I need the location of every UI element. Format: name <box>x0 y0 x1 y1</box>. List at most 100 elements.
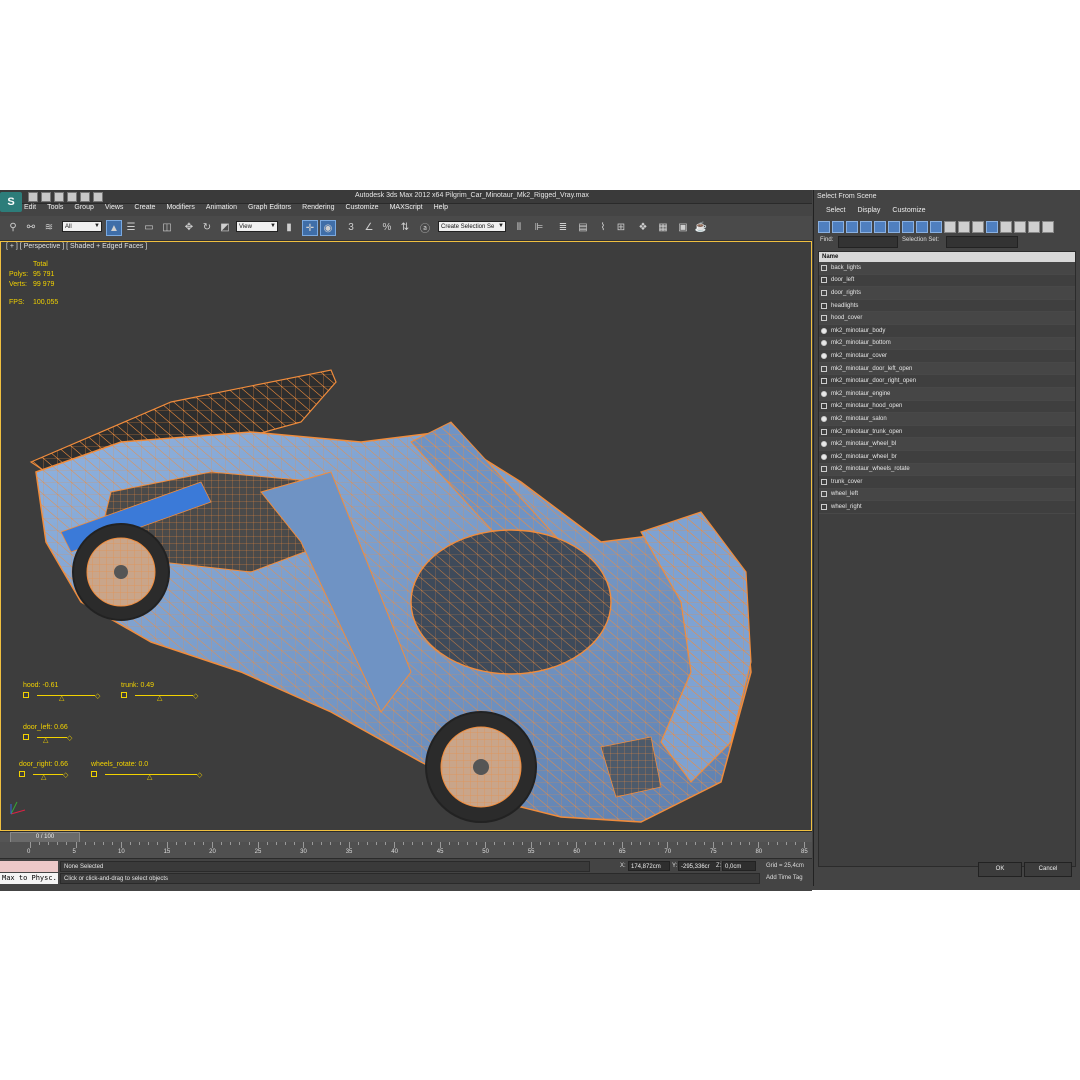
select-and-link-icon[interactable]: ⚲ <box>6 220 20 234</box>
list-item[interactable]: back_lights <box>819 262 1075 275</box>
display-bones-icon[interactable] <box>930 221 942 233</box>
car-wireframe-model[interactable] <box>1 242 812 831</box>
menu-maxscript[interactable]: MAXScript <box>390 204 423 215</box>
list-item[interactable]: door_rights <box>819 287 1075 300</box>
dialog-menu-display[interactable]: Display <box>857 207 880 214</box>
undo-icon[interactable] <box>67 192 77 202</box>
named-selection-set-dropdown[interactable]: Create Selection Se ▼ <box>438 221 506 232</box>
menu-edit[interactable]: Edit <box>24 204 36 215</box>
percent-snap-icon[interactable]: % <box>380 220 394 234</box>
display-geometry-icon[interactable] <box>818 221 830 233</box>
schematic-view-icon[interactable]: ⊞ <box>614 220 628 234</box>
bind-space-warp-icon[interactable]: ≋ <box>42 220 56 234</box>
display-xrefs-icon[interactable] <box>916 221 928 233</box>
edit-named-selection-icon[interactable]: ⓐ <box>418 220 432 235</box>
menu-help[interactable]: Help <box>434 204 448 215</box>
list-item[interactable]: mk2_minotaur_door_right_open <box>819 375 1075 388</box>
slider-handle-icon[interactable] <box>23 734 29 740</box>
select-by-name-icon[interactable]: ☰ <box>124 220 138 234</box>
selection-set-dropdown[interactable] <box>946 236 1018 248</box>
angle-snap-icon[interactable]: ∠ <box>362 220 376 234</box>
rendered-frame-window-icon[interactable]: ▣ <box>676 220 690 234</box>
list-item[interactable]: mk2_minotaur_door_left_open <box>819 362 1075 376</box>
list-item[interactable]: trunk_cover <box>819 476 1075 489</box>
display-all-icon[interactable] <box>944 221 956 233</box>
cancel-button[interactable]: Cancel <box>1024 862 1072 877</box>
rectangular-selection-icon[interactable]: ▭ <box>142 220 156 234</box>
hood-slider[interactable]: hood: -0.61 △ ◇ <box>23 682 101 702</box>
ok-button[interactable]: OK <box>978 862 1022 877</box>
render-production-icon[interactable]: ☕ <box>694 220 708 234</box>
menu-modifiers[interactable]: Modifiers <box>166 204 194 215</box>
snaps-toggle-icon[interactable]: 3 <box>344 220 358 234</box>
window-crossing-icon[interactable]: ◫ <box>160 220 174 234</box>
list-item[interactable]: mk2_minotaur_bottom <box>819 337 1075 351</box>
trunk-slider[interactable]: trunk: 0.49 △ ◇ <box>121 682 199 702</box>
z-coord-field[interactable]: 0,0cm <box>722 861 756 871</box>
door-left-slider[interactable]: door_left: 0.66 △ ◇ <box>23 724 73 744</box>
slider-pointer-icon[interactable]: △ <box>147 773 152 781</box>
menu-tools[interactable]: Tools <box>47 204 63 215</box>
select-object-icon[interactable]: ▲ <box>106 220 122 236</box>
y-coord-field[interactable]: -295,336cr <box>678 861 720 871</box>
dialog-menu-select[interactable]: Select <box>826 207 845 214</box>
door-right-slider[interactable]: door_right: 0.66 △ ◇ <box>19 761 69 781</box>
wheels-rotate-slider[interactable]: wheels_rotate: 0.0 △ ◇ <box>91 761 203 781</box>
render-setup-icon[interactable]: ▦ <box>656 220 670 234</box>
menu-animation[interactable]: Animation <box>206 204 237 215</box>
slider-handle-icon[interactable] <box>19 771 25 777</box>
track-bar[interactable]: 0 5 10 15 20 25 30 35 40 45 50 55 60 65 70 75 80 85 <box>0 842 812 858</box>
display-children-icon[interactable] <box>1028 221 1040 233</box>
maxscript-listener-field[interactable] <box>0 861 58 872</box>
display-shapes-icon[interactable] <box>832 221 844 233</box>
mirror-icon[interactable]: ⫴ <box>512 220 526 234</box>
select-and-rotate-icon[interactable]: ↻ <box>200 220 214 234</box>
select-and-manipulate-icon[interactable]: ✛ <box>302 220 318 236</box>
column-header-name[interactable]: Name <box>819 252 1075 262</box>
select-all-icon[interactable] <box>986 221 998 233</box>
selection-filter-dropdown[interactable]: All ▼ <box>62 221 102 232</box>
slider-handle-icon[interactable] <box>91 771 97 777</box>
slider-pointer-icon[interactable]: △ <box>157 694 162 702</box>
curve-editor-icon[interactable]: ⌇ <box>596 220 610 234</box>
menu-create[interactable]: Create <box>134 204 155 215</box>
perspective-viewport[interactable]: [ + ] [ Perspective ] [ Shaded + Edged F… <box>0 241 812 831</box>
menu-graph-editors[interactable]: Graph Editors <box>248 204 291 215</box>
new-file-icon[interactable] <box>28 192 38 202</box>
display-lights-icon[interactable] <box>846 221 858 233</box>
list-item[interactable]: hood_cover <box>819 312 1075 325</box>
graphite-ribbon-icon[interactable]: ▤ <box>576 220 590 234</box>
select-and-move-icon[interactable]: ✥ <box>182 220 196 234</box>
keyboard-shortcut-override-icon[interactable]: ◉ <box>320 220 336 236</box>
list-item[interactable]: headlights <box>819 300 1075 313</box>
list-item[interactable]: mk2_minotaur_salon <box>819 413 1075 426</box>
layer-manager-icon[interactable]: ≣ <box>556 220 570 234</box>
select-and-scale-icon[interactable]: ◩ <box>218 220 232 234</box>
save-file-icon[interactable] <box>54 192 64 202</box>
slider-pointer-icon[interactable]: △ <box>59 694 64 702</box>
list-item[interactable]: mk2_minotaur_engine <box>819 387 1075 401</box>
menu-customize[interactable]: Customize <box>345 204 378 215</box>
add-time-tag[interactable]: Add Time Tag <box>766 873 803 884</box>
list-item[interactable]: wheel_right <box>819 501 1075 514</box>
dialog-menu-customize[interactable]: Customize <box>892 207 925 214</box>
select-invert-icon[interactable] <box>1014 221 1026 233</box>
list-item[interactable]: mk2_minotaur_body <box>819 325 1075 338</box>
display-cameras-icon[interactable] <box>860 221 872 233</box>
display-helpers-icon[interactable] <box>874 221 886 233</box>
material-editor-icon[interactable]: ❖ <box>636 220 650 234</box>
filter-icon[interactable] <box>1042 221 1054 233</box>
display-invert-icon[interactable] <box>972 221 984 233</box>
redo-icon[interactable] <box>80 192 90 202</box>
list-item[interactable]: door_left <box>819 275 1075 288</box>
list-item[interactable]: mk2_minotaur_wheel_bl <box>819 438 1075 451</box>
x-coord-field[interactable]: 174,872cm <box>628 861 670 871</box>
reference-coordinate-dropdown[interactable]: View ▼ <box>236 221 278 232</box>
slider-pointer-icon[interactable]: △ <box>41 773 46 781</box>
unlink-icon[interactable]: ⚯ <box>24 220 38 234</box>
scene-object-list[interactable]: Name back_lights door_left door_rights head… <box>818 251 1076 867</box>
time-slider[interactable]: 0 / 100 <box>0 831 812 843</box>
list-item[interactable]: mk2_minotaur_hood_open <box>819 401 1075 414</box>
list-item[interactable]: mk2_minotaur_wheels_rotate <box>819 463 1075 477</box>
app-logo-icon[interactable]: S <box>0 192 22 212</box>
